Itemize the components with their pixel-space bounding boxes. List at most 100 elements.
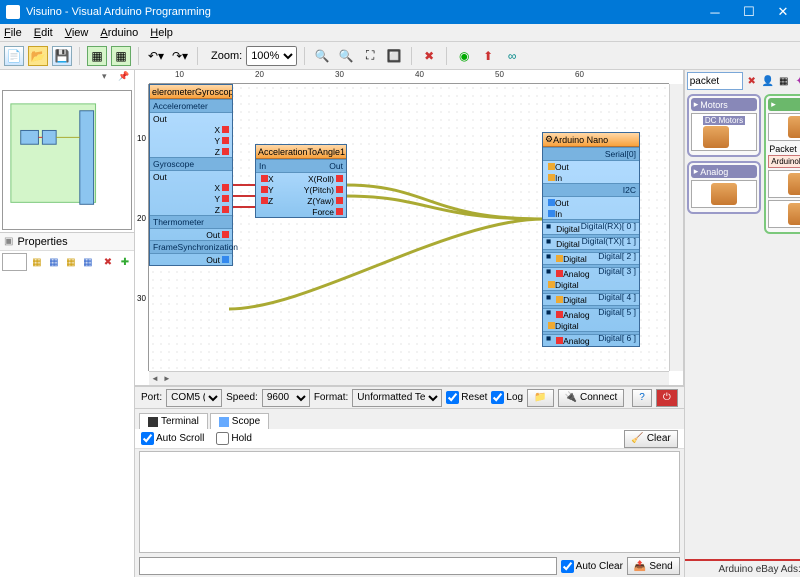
close-button[interactable]: ✕ bbox=[766, 0, 800, 24]
pin-x[interactable]: X bbox=[150, 182, 232, 193]
tab-terminal[interactable]: Terminal bbox=[139, 413, 208, 429]
design-canvas[interactable]: 10 20 30 40 50 60 10 20 30 bbox=[135, 70, 684, 385]
pin-z[interactable]: Z bbox=[150, 204, 232, 215]
send-button[interactable]: 📤 Send bbox=[627, 557, 680, 575]
arduino-button[interactable]: ∞ bbox=[502, 46, 522, 66]
new-button[interactable]: 📄 bbox=[4, 46, 24, 66]
pin-in-y[interactable]: Y bbox=[256, 184, 294, 195]
pin-label[interactable]: Digital bbox=[543, 320, 639, 331]
pin-xroll[interactable]: X(Roll) bbox=[294, 173, 347, 184]
pin-label[interactable]: Digital bbox=[551, 294, 598, 305]
zoom-select[interactable]: 100% bbox=[246, 46, 297, 66]
menu-file[interactable]: File bbox=[4, 27, 22, 39]
log-path-button[interactable]: 📁 bbox=[527, 389, 553, 407]
pin-out[interactable]: Out bbox=[543, 161, 639, 172]
log-checkbox[interactable] bbox=[491, 391, 504, 404]
prop-btn-3[interactable]: ▦ bbox=[64, 254, 78, 270]
prop-btn-6[interactable]: ✚ bbox=[118, 254, 132, 270]
paste-button[interactable]: ▦ bbox=[111, 46, 131, 66]
palette-btn-3[interactable]: ✦ bbox=[793, 73, 800, 89]
category-motors[interactable]: ▸Motors DC Motors bbox=[687, 94, 762, 157]
node-arduino-header[interactable]: ⚙ Arduino Nano bbox=[543, 133, 639, 147]
pin-label[interactable]: Analog bbox=[551, 309, 598, 320]
design-preview[interactable] bbox=[2, 90, 132, 230]
delete-button[interactable]: ✖ bbox=[419, 46, 439, 66]
item-dc-motors[interactable]: DC Motors bbox=[691, 113, 758, 151]
reset-checkbox[interactable] bbox=[446, 391, 459, 404]
pin-x[interactable]: X bbox=[150, 124, 232, 135]
save-button[interactable]: 💾 bbox=[52, 46, 72, 66]
pin-button[interactable]: 📌 bbox=[118, 71, 132, 85]
palette-btn-2[interactable]: ▦ bbox=[777, 73, 791, 89]
hold-checkbox[interactable] bbox=[216, 432, 229, 445]
upload-button[interactable]: ⬆ bbox=[478, 46, 498, 66]
pin-out[interactable]: Out bbox=[543, 197, 639, 208]
speed-select[interactable]: 9600 bbox=[262, 389, 310, 407]
menu-view[interactable]: View bbox=[65, 27, 89, 39]
pin-out[interactable]: Out bbox=[150, 229, 232, 240]
copy-button[interactable]: ▦ bbox=[87, 46, 107, 66]
pin-out[interactable]: Out bbox=[150, 113, 232, 124]
terminal-input[interactable] bbox=[139, 557, 557, 575]
scroll-vertical[interactable] bbox=[669, 84, 683, 371]
clear-button[interactable]: 🧹 Clear bbox=[624, 430, 677, 448]
pin-z[interactable]: Z bbox=[150, 146, 232, 157]
pin-in-z[interactable]: Z bbox=[256, 195, 294, 206]
run-button[interactable]: ◉ bbox=[454, 46, 474, 66]
node-gyroscope-header[interactable]: elerometerGyroscope1 bbox=[150, 85, 232, 99]
maximize-button[interactable]: ☐ bbox=[732, 0, 766, 24]
search-input[interactable] bbox=[687, 72, 743, 90]
pin-y[interactable]: Y bbox=[150, 193, 232, 204]
pin-label[interactable]: Analog bbox=[551, 335, 598, 346]
zoom-actual-button[interactable]: 🔲 bbox=[384, 46, 404, 66]
terminal-output[interactable] bbox=[139, 451, 680, 553]
minimize-button[interactable]: ─ bbox=[698, 0, 732, 24]
pin-out[interactable]: Out bbox=[150, 171, 232, 182]
panel-menu-button[interactable]: ▾ bbox=[102, 71, 116, 85]
category-analog[interactable]: ▸Analog bbox=[687, 161, 762, 214]
zoom-fit-button[interactable]: ⛶ bbox=[360, 46, 380, 66]
item-result-1[interactable] bbox=[768, 113, 800, 141]
pin-force[interactable]: Force bbox=[294, 206, 347, 217]
pin-label[interactable]: Digital bbox=[551, 238, 582, 249]
prop-btn-2[interactable]: ▦ bbox=[47, 254, 61, 270]
autoscroll-checkbox[interactable] bbox=[141, 432, 154, 445]
prop-btn-5[interactable]: ✖ bbox=[101, 254, 115, 270]
item-analog[interactable] bbox=[691, 180, 758, 208]
pin-in[interactable]: In bbox=[543, 208, 639, 219]
pin-in-x[interactable]: X bbox=[256, 173, 294, 184]
pin-out[interactable]: Out bbox=[150, 254, 232, 265]
item-result-2[interactable] bbox=[768, 170, 800, 198]
search-clear-button[interactable]: ✖ bbox=[745, 73, 759, 89]
menu-help[interactable]: Help bbox=[150, 27, 173, 39]
format-select[interactable]: Unformatted Text bbox=[352, 389, 442, 407]
palette-btn-1[interactable]: 👤 bbox=[761, 73, 775, 89]
pin-label[interactable]: Digital bbox=[543, 279, 639, 290]
pin-label[interactable]: Analog bbox=[551, 268, 598, 279]
category-results[interactable]: ▸ Packet ArduinoPacket ▫ bbox=[764, 94, 800, 234]
menu-arduino[interactable]: Arduino bbox=[100, 27, 138, 39]
menu-edit[interactable]: Edit bbox=[34, 27, 53, 39]
scroll-horizontal[interactable] bbox=[149, 371, 669, 385]
pin-in[interactable]: In bbox=[543, 172, 639, 183]
autoclear-checkbox[interactable] bbox=[561, 560, 574, 573]
node-accel-angle-header[interactable]: AccelerationToAngle1 bbox=[256, 145, 346, 159]
item-arduino-packet[interactable]: ArduinoPacket ▫ bbox=[768, 155, 800, 168]
zoom-in-button[interactable]: 🔍 bbox=[312, 46, 332, 66]
power-button[interactable]: ⏻ bbox=[656, 389, 678, 407]
pin-label[interactable]: Digital bbox=[551, 253, 598, 264]
zoom-out-button[interactable]: 🔍 bbox=[336, 46, 356, 66]
pin-zyaw[interactable]: Z(Yaw) bbox=[294, 195, 347, 206]
pin-ypitch[interactable]: Y(Pitch) bbox=[294, 184, 347, 195]
item-result-3[interactable] bbox=[768, 200, 800, 228]
connect-button[interactable]: 🔌 Connect bbox=[558, 389, 625, 407]
help-button[interactable]: ? bbox=[632, 389, 652, 407]
pin-label[interactable]: Digital bbox=[551, 223, 581, 234]
undo-button[interactable]: ↶▾ bbox=[146, 46, 166, 66]
port-select[interactable]: COM5 (U bbox=[166, 389, 222, 407]
properties-header[interactable]: Properties bbox=[0, 233, 134, 251]
open-button[interactable]: 📂 bbox=[28, 46, 48, 66]
properties-selector[interactable] bbox=[2, 253, 27, 271]
redo-button[interactable]: ↷▾ bbox=[170, 46, 190, 66]
pin-y[interactable]: Y bbox=[150, 135, 232, 146]
